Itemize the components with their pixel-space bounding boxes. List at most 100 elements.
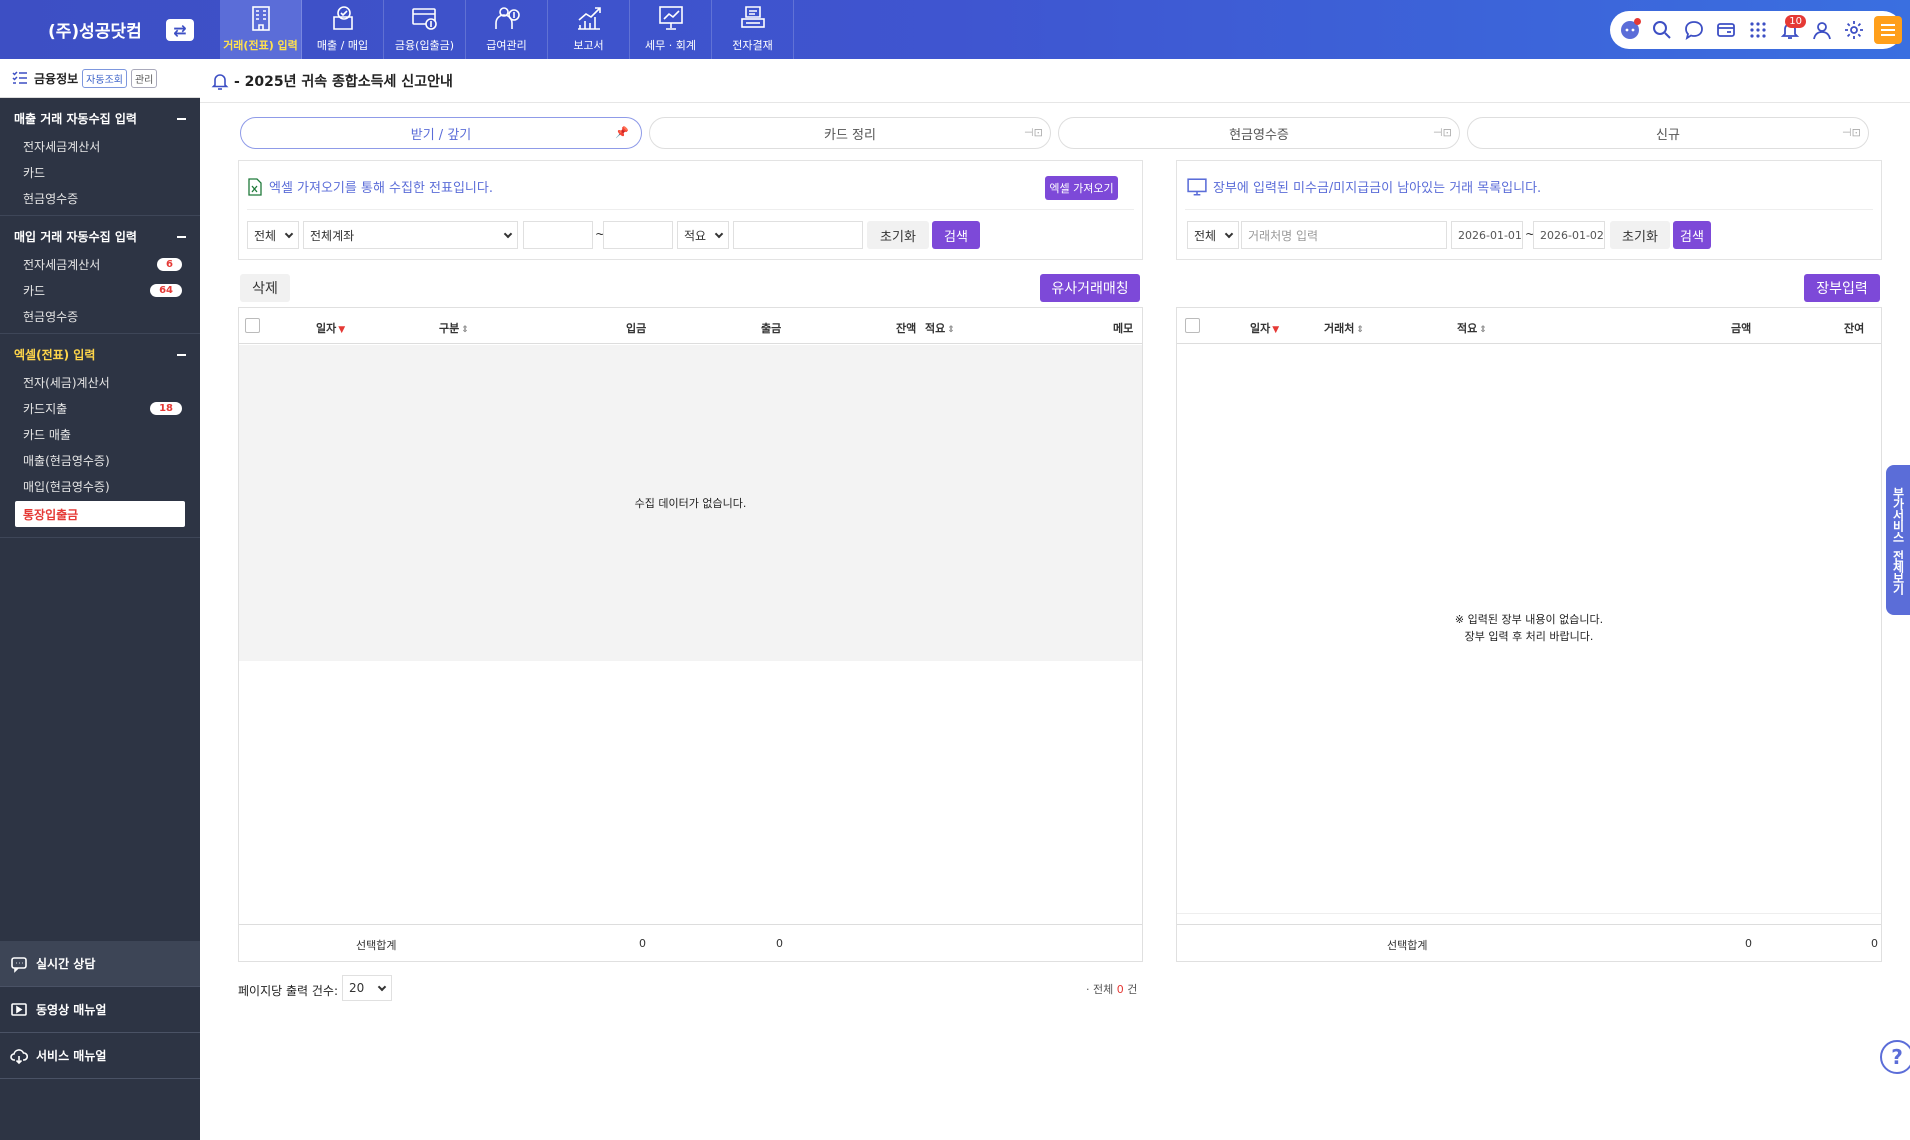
col-summary[interactable]: 적요 ⇕ bbox=[1457, 320, 1487, 336]
sidebar-item-e-invoice[interactable]: 전자(세금)계산서 bbox=[0, 369, 200, 395]
similar-match-button[interactable]: 유사거래매칭 bbox=[1040, 274, 1140, 302]
sidebar-item-purchase-tax-invoice[interactable]: 전자세금계산서 6 bbox=[0, 251, 200, 277]
nav-report[interactable]: 보고서 bbox=[548, 0, 630, 59]
col-deposit[interactable]: 입금 bbox=[626, 320, 646, 336]
notice-banner[interactable]: - 2025년 귀속 종합소득세 신고안내 bbox=[210, 59, 453, 103]
extra-services-tab[interactable]: 부가서비스 전체보기 bbox=[1886, 465, 1910, 615]
auto-inquiry-button[interactable]: 자동조회 bbox=[82, 68, 127, 88]
unpin-icon[interactable]: ⊣⊡ bbox=[1024, 126, 1043, 142]
summary-select[interactable]: 적요 bbox=[677, 221, 729, 249]
reset-button[interactable]: 초기화 bbox=[1610, 221, 1670, 249]
message-icon[interactable] bbox=[1678, 14, 1710, 46]
nav-tax-accounting[interactable]: 세무 · 회계 bbox=[630, 0, 712, 59]
section-title[interactable]: 매입 거래 자동수집 입력 bbox=[0, 222, 200, 251]
date-to-input[interactable] bbox=[603, 221, 673, 249]
company-name[interactable]: (주)성공닷컴 bbox=[48, 17, 142, 42]
col-memo[interactable]: 메모 bbox=[1113, 320, 1133, 336]
sidebar-item-card-expense[interactable]: 카드지출 18 bbox=[0, 395, 200, 421]
collapse-icon[interactable] bbox=[177, 117, 186, 120]
nav-sales-purchase[interactable]: 매출 / 매입 bbox=[302, 0, 384, 59]
unpin-icon[interactable]: ⊣⊡ bbox=[1842, 126, 1861, 142]
section-title[interactable]: 엑셀(전표) 입력 bbox=[0, 340, 200, 369]
excel-file-icon bbox=[248, 177, 262, 196]
sidebar-item-sales-card[interactable]: 카드 bbox=[0, 159, 200, 185]
pin-icon[interactable]: 📌 bbox=[615, 126, 631, 142]
side-tab-line1: 부가서비스 bbox=[1891, 486, 1905, 542]
nav-label: 세무 · 회계 bbox=[645, 39, 696, 52]
sidebar-item-sales-cash-receipt[interactable]: 현금영수증 bbox=[0, 185, 200, 211]
service-manual-link[interactable]: 서비스 매뉴얼 bbox=[0, 1033, 200, 1079]
col-date[interactable]: 일자 ▼ bbox=[1250, 320, 1279, 336]
nav-payroll[interactable]: 급여관리 bbox=[466, 0, 548, 59]
video-manual-link[interactable]: 동영상 매뉴얼 bbox=[0, 987, 200, 1033]
type-select[interactable]: 전체 bbox=[247, 221, 299, 249]
select-value: 전체 bbox=[1194, 228, 1217, 243]
unpin-icon[interactable]: ⊣⊡ bbox=[1433, 126, 1452, 142]
tab-card-cleanup[interactable]: 카드 정리 ⊣⊡ bbox=[649, 117, 1051, 149]
col-type[interactable]: 구분 ⇕ bbox=[439, 320, 469, 336]
account-select[interactable]: 전체계좌 bbox=[303, 221, 518, 249]
item-label: 카드지출 bbox=[23, 401, 68, 416]
user-icon[interactable] bbox=[1806, 14, 1838, 46]
delete-button[interactable]: 삭제 bbox=[240, 274, 290, 302]
receipt-check-icon bbox=[332, 6, 353, 30]
type-select[interactable]: 전체 bbox=[1187, 221, 1239, 249]
collapse-icon[interactable] bbox=[177, 235, 186, 238]
ledger-entry-button[interactable]: 장부입력 bbox=[1804, 274, 1880, 302]
col-label: 금액 bbox=[1731, 322, 1752, 335]
tab-receive-repay[interactable]: 받기 / 갚기 📌 bbox=[240, 117, 642, 149]
manage-button[interactable]: 관리 bbox=[130, 68, 158, 88]
excel-import-button[interactable]: 엑셀 가져오기 bbox=[1045, 176, 1118, 200]
top-nav: 거래(전표) 입력 매출 / 매입 금융(입출금) 급여관리 보고서 세무 · … bbox=[220, 0, 794, 59]
search-icon[interactable] bbox=[1646, 14, 1678, 46]
vendor-search-input[interactable]: 거래처명 입력 bbox=[1241, 221, 1447, 249]
date-from-input[interactable]: 2026-01-01 bbox=[1451, 221, 1523, 249]
nav-finance[interactable]: 금융(입출금) bbox=[384, 0, 466, 59]
total-prefix: · 전체 bbox=[1086, 983, 1114, 996]
tab-new[interactable]: 신규 ⊣⊡ bbox=[1467, 117, 1869, 149]
wallet-icon[interactable] bbox=[1710, 14, 1742, 46]
col-vendor[interactable]: 거래처 ⇕ bbox=[1324, 320, 1364, 336]
sidebar-item-purchase-card[interactable]: 카드 64 bbox=[0, 277, 200, 303]
select-all-checkbox[interactable] bbox=[1185, 318, 1200, 333]
collapse-icon[interactable] bbox=[177, 353, 186, 356]
select-value: 20 bbox=[349, 981, 365, 995]
hamburger-menu-icon[interactable] bbox=[1874, 15, 1902, 44]
item-label: 카드 bbox=[23, 165, 46, 180]
nav-e-approval[interactable]: 전자결재 bbox=[712, 0, 794, 59]
company-switch-icon[interactable]: ⇄ bbox=[166, 19, 194, 41]
col-remaining[interactable]: 잔여 bbox=[1844, 320, 1864, 336]
col-date[interactable]: 일자 ▼ bbox=[316, 320, 345, 336]
reset-button[interactable]: 초기화 bbox=[867, 221, 929, 249]
search-button[interactable]: 검색 bbox=[932, 221, 980, 249]
monitor-icon bbox=[1187, 177, 1207, 196]
search-button[interactable]: 검색 bbox=[1673, 221, 1711, 249]
live-chat-link[interactable]: 실시간 상담 bbox=[0, 941, 200, 987]
col-summary[interactable]: 적요 ⇕ bbox=[925, 320, 955, 336]
date-from-input[interactable] bbox=[523, 221, 593, 249]
section-title[interactable]: 매출 거래 자동수집 입력 bbox=[0, 104, 200, 133]
col-balance[interactable]: 잔액 bbox=[896, 320, 916, 336]
empty-message: 수집 데이터가 없습니다. bbox=[634, 497, 747, 510]
chart-up-icon bbox=[577, 7, 601, 30]
keyword-input[interactable] bbox=[733, 221, 863, 249]
help-icon[interactable]: ? bbox=[1880, 1040, 1910, 1074]
sidebar-item-purchase-cash-receipt[interactable]: 현금영수증 bbox=[0, 303, 200, 329]
col-amount[interactable]: 금액 bbox=[1731, 320, 1751, 336]
receivables-grid: 일자 ▼ 거래처 ⇕ 적요 ⇕ 금액 잔여 ※ 입력된 장부 내용이 없습니다. 장부… bbox=[1176, 307, 1882, 962]
page-size-select[interactable]: 20 bbox=[342, 975, 392, 1001]
sidebar-item-purchase-cash[interactable]: 매입(현금영수증) bbox=[0, 473, 200, 499]
date-to-input[interactable]: 2026-01-02 bbox=[1533, 221, 1605, 249]
gear-icon[interactable] bbox=[1838, 14, 1870, 46]
sidebar-item-bank-transactions[interactable]: 통장입출금 bbox=[15, 501, 185, 527]
sidebar-item-card-sales[interactable]: 카드 매출 bbox=[0, 421, 200, 447]
tab-cash-receipt[interactable]: 현금영수증 ⊣⊡ bbox=[1058, 117, 1460, 149]
nav-transaction-entry[interactable]: 거래(전표) 입력 bbox=[220, 0, 302, 59]
apps-grid-icon[interactable] bbox=[1742, 14, 1774, 46]
col-withdrawal[interactable]: 출금 bbox=[761, 320, 781, 336]
bell-icon[interactable]: 10 bbox=[1774, 14, 1806, 46]
sidebar-item-sales-cash[interactable]: 매출(현금영수증) bbox=[0, 447, 200, 473]
sidebar-item-sales-tax-invoice[interactable]: 전자세금계산서 bbox=[0, 133, 200, 159]
select-all-checkbox[interactable] bbox=[245, 318, 260, 333]
chatbot-icon[interactable] bbox=[1614, 14, 1646, 46]
